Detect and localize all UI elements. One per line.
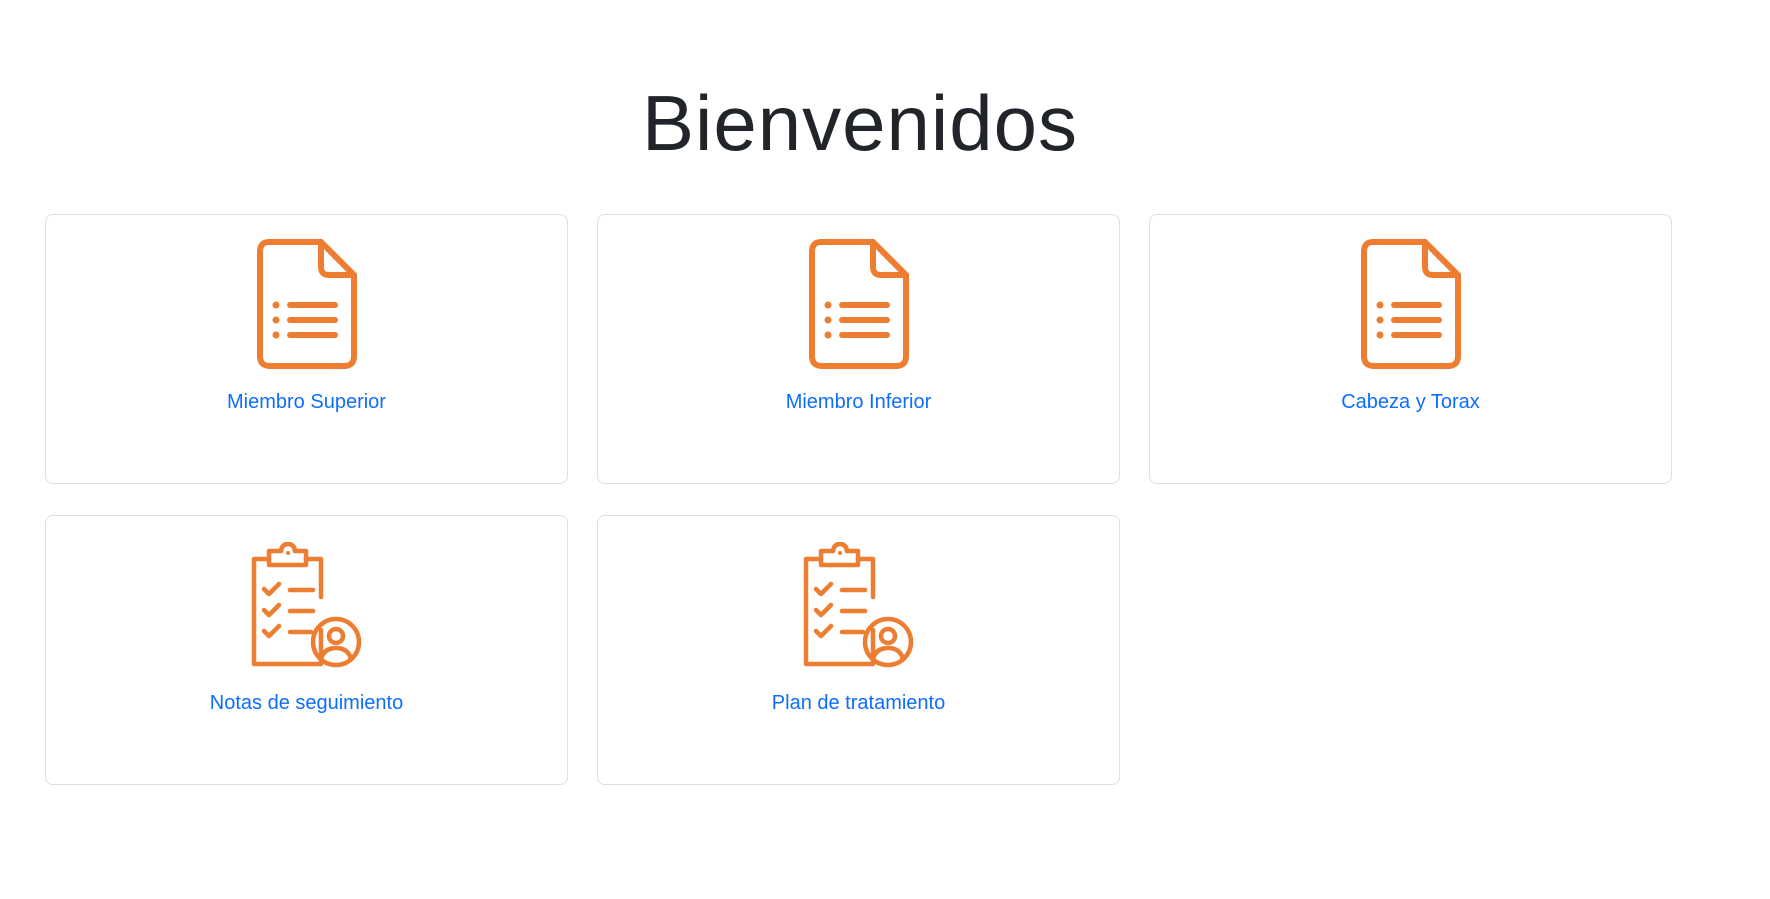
- card-link-notas-de-seguimiento[interactable]: Notas de seguimiento: [210, 692, 403, 715]
- card-link-miembro-inferior[interactable]: Miembro Inferior: [786, 391, 932, 414]
- card-plan-de-tratamiento[interactable]: Plan de tratamiento: [597, 515, 1120, 785]
- page-title: Bienvenidos: [642, 79, 1078, 167]
- card-link-plan-de-tratamiento[interactable]: Plan de tratamiento: [772, 692, 945, 715]
- card-cabeza-y-torax[interactable]: Cabeza y Torax: [1149, 214, 1672, 484]
- card-notas-de-seguimiento[interactable]: Notas de seguimiento: [45, 515, 568, 785]
- card-link-miembro-superior[interactable]: Miembro Superior: [227, 391, 386, 414]
- clipboard-checklist-user-icon: [799, 540, 919, 670]
- card-miembro-superior[interactable]: Miembro Superior: [45, 214, 568, 484]
- document-list-icon: [1351, 239, 1471, 369]
- document-list-icon: [247, 239, 367, 369]
- document-list-icon: [799, 239, 919, 369]
- clipboard-checklist-user-icon: [247, 540, 367, 670]
- card-miembro-inferior[interactable]: Miembro Inferior: [597, 214, 1120, 484]
- card-link-cabeza-y-torax[interactable]: Cabeza y Torax: [1341, 391, 1480, 414]
- page: Bienvenidos Miembro Superior Miembro Inf…: [0, 0, 1770, 899]
- card-grid: Miembro Superior Miembro Inferior Cabeza…: [45, 214, 1672, 785]
